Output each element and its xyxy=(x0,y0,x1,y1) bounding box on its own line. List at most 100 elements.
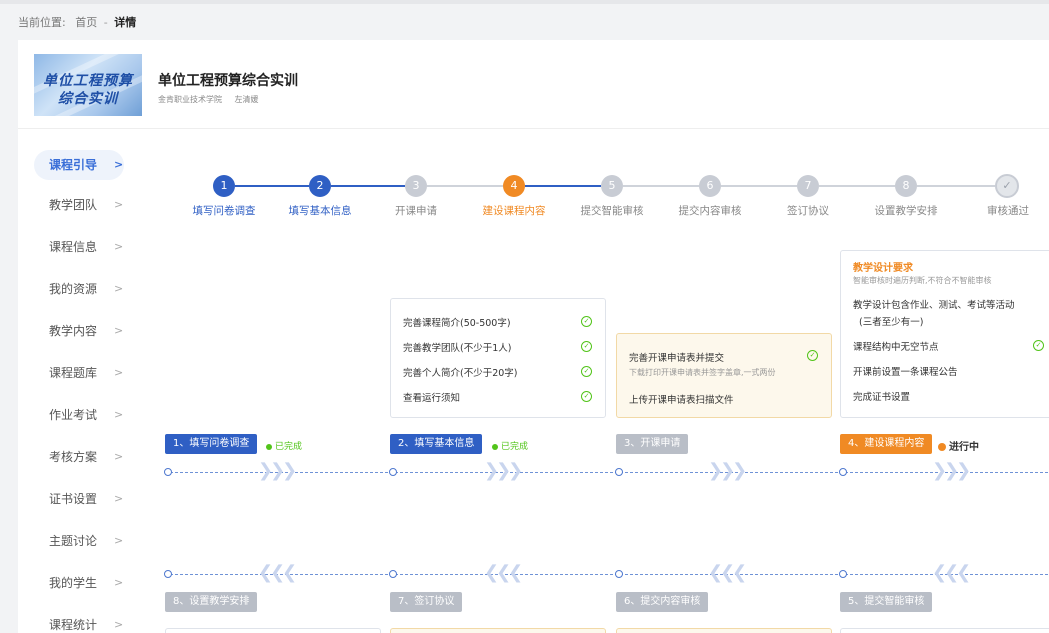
sidebar-item-label: 课程引导 xyxy=(49,158,98,172)
flow-step-4-status: 进行中 xyxy=(938,438,979,453)
step-4-label: 建设课程内容 xyxy=(482,205,546,217)
chevron-right-icon: > xyxy=(114,324,124,337)
step-7-label: 签订协议 xyxy=(787,205,829,217)
check-circle-icon: ✓ xyxy=(1033,340,1044,351)
breadcrumb-separator: - xyxy=(103,16,108,29)
in-progress-dot-icon xyxy=(938,443,946,451)
flow-step-4-tag[interactable]: 4、建设课程内容 xyxy=(840,434,933,454)
step-connector xyxy=(525,185,601,187)
requirements-heading: 教学设计要求 xyxy=(853,263,913,274)
sidebar-item-my-resources[interactable]: 我的资源 > xyxy=(34,274,124,304)
step-4-circle: 4 xyxy=(503,175,525,197)
arrow-right-icon: ❯❯❯ xyxy=(708,460,747,481)
requirement-item: 开课前设置一条课程公告 xyxy=(853,367,958,378)
cover-title-line1: 单位工程预算 xyxy=(43,73,133,89)
course-title: 单位工程预算综合实训 xyxy=(158,73,298,89)
sidebar-item-teaching-team[interactable]: 教学团队 > xyxy=(34,190,124,220)
requirement-item: 完善教学团队(不少于1人) xyxy=(403,343,512,354)
flow-step-2-status: 已完成 xyxy=(492,439,528,452)
flow-step-8-tag[interactable]: 8、设置教学安排 xyxy=(165,592,258,612)
chevron-right-icon: > xyxy=(114,282,124,295)
flow-node xyxy=(164,570,172,578)
arrow-right-icon: ❯❯❯ xyxy=(484,460,523,481)
sidebar-item-label: 教学团队 xyxy=(49,198,98,212)
step-connector xyxy=(623,185,699,187)
flow-step-2-tag[interactable]: 2、填写基本信息 xyxy=(390,434,483,454)
top-strip xyxy=(0,0,1049,4)
requirement-item[interactable]: 查看运行须知 xyxy=(403,390,460,404)
requirements-box-partial xyxy=(390,628,606,633)
step-3-circle: 3 xyxy=(405,175,427,197)
chevron-right-icon: > xyxy=(114,534,124,547)
check-icon: ✓ xyxy=(995,174,1019,198)
flow-track-top xyxy=(170,472,1048,473)
done-dot-icon xyxy=(492,443,498,450)
step-6-label: 提交内容审核 xyxy=(678,205,742,217)
step-connector xyxy=(721,185,797,187)
sidebar-item-label: 主题讨论 xyxy=(49,534,98,548)
chevron-right-icon: > xyxy=(114,240,124,253)
sidebar-item-label: 作业考试 xyxy=(49,408,98,422)
sidebar-item-course-info[interactable]: 课程信息 > xyxy=(34,232,124,262)
breadcrumb-current: 详情 xyxy=(114,16,137,29)
sidebar-item-homework-exams[interactable]: 作业考试 > xyxy=(34,400,124,430)
step-8-label: 设置教学安排 xyxy=(874,205,938,217)
basic-info-requirements-box: 完善课程简介(50-500字) ✓ 完善教学团队(不少于1人) ✓ 完善个人简介… xyxy=(390,298,606,418)
flow-track-bottom xyxy=(170,574,1048,575)
arrow-left-icon: ❮❮❮ xyxy=(258,562,297,583)
flow-step-6-tag[interactable]: 6、提交内容审核 xyxy=(616,592,709,612)
sidebar-item-teaching-content[interactable]: 教学内容 > xyxy=(34,316,124,346)
sidebar-item-label: 证书设置 xyxy=(49,492,98,506)
sidebar-item-course-guide[interactable]: 课程引导 > xyxy=(34,150,124,180)
step-connector xyxy=(331,185,405,187)
chevron-right-icon: > xyxy=(114,618,124,631)
flow-step-5-tag[interactable]: 5、提交智能审核 xyxy=(840,592,933,612)
flow-step-3-tag[interactable]: 3、开课申请 xyxy=(616,434,689,454)
step-1-circle: 1 xyxy=(213,175,235,197)
flow-step-7-tag[interactable]: 7、签订协议 xyxy=(390,592,463,612)
flow-node xyxy=(839,468,847,476)
course-cover-image: 单位工程预算 综合实训 xyxy=(34,54,142,116)
sidebar-item-assessment-plan[interactable]: 考核方案 > xyxy=(34,442,124,472)
requirement-item[interactable]: 上传开课申请表扫描文件 xyxy=(629,392,734,406)
check-circle-icon: ✓ xyxy=(581,391,592,402)
sidebar-item-label: 课程统计 xyxy=(49,618,98,632)
requirement-item: 教学设计包含作业、测试、考试等活动 xyxy=(853,300,1015,311)
breadcrumb: 当前位置: 首页 - 详情 xyxy=(18,14,136,30)
check-circle-icon: ✓ xyxy=(581,366,592,377)
flow-node xyxy=(615,468,623,476)
course-meta: 金肯职业技术学院 左清媛 xyxy=(158,94,259,105)
chevron-right-icon: > xyxy=(114,158,124,171)
chevron-right-icon: > xyxy=(114,450,124,463)
flow-node xyxy=(615,570,623,578)
chevron-right-icon: > xyxy=(114,366,124,379)
sidebar-item-course-stats[interactable]: 课程统计 > xyxy=(34,610,124,633)
cover-title-line2: 综合实训 xyxy=(58,91,118,107)
requirement-item: 完善课程简介(50-500字) xyxy=(403,318,511,329)
sidebar-item-label: 教学内容 xyxy=(49,324,98,338)
teaching-design-requirements-box: 教学设计要求 智能审核时遍历判断,不符合不智能审核 教学设计包含作业、测试、考试… xyxy=(840,250,1049,418)
step-1-label: 填写问卷调查 xyxy=(192,205,256,217)
check-circle-icon: ✓ xyxy=(581,341,592,352)
sidebar-item-question-bank[interactable]: 课程题库 > xyxy=(34,358,124,388)
header-divider xyxy=(18,128,1049,129)
step-connector xyxy=(427,185,503,187)
step-connector xyxy=(917,185,995,187)
flow-node xyxy=(389,570,397,578)
sidebar-item-topic-discussion[interactable]: 主题讨论 > xyxy=(34,526,124,556)
done-dot-icon xyxy=(266,443,272,450)
step-6-circle: 6 xyxy=(699,175,721,197)
flow-step-1-tag[interactable]: 1、填写问卷调查 xyxy=(165,434,258,454)
requirement-item: 完善开课申请表并提交 xyxy=(629,353,725,364)
chevron-right-icon: > xyxy=(114,492,124,505)
flow-step-1-status: 已完成 xyxy=(266,439,302,452)
sidebar-item-my-students[interactable]: 我的学生 > xyxy=(34,568,124,598)
chevron-right-icon: > xyxy=(114,198,124,211)
chevron-right-icon: > xyxy=(114,576,124,589)
sidebar-item-certificate-settings[interactable]: 证书设置 > xyxy=(34,484,124,514)
arrow-left-icon: ❮❮❮ xyxy=(708,562,747,583)
breadcrumb-home[interactable]: 首页 xyxy=(75,16,97,29)
step-5-label: 提交智能审核 xyxy=(580,205,644,217)
requirement-note: 下载打印开课申请表并签字盖章,一式两份 xyxy=(629,368,776,377)
course-teacher: 左清媛 xyxy=(234,95,259,104)
